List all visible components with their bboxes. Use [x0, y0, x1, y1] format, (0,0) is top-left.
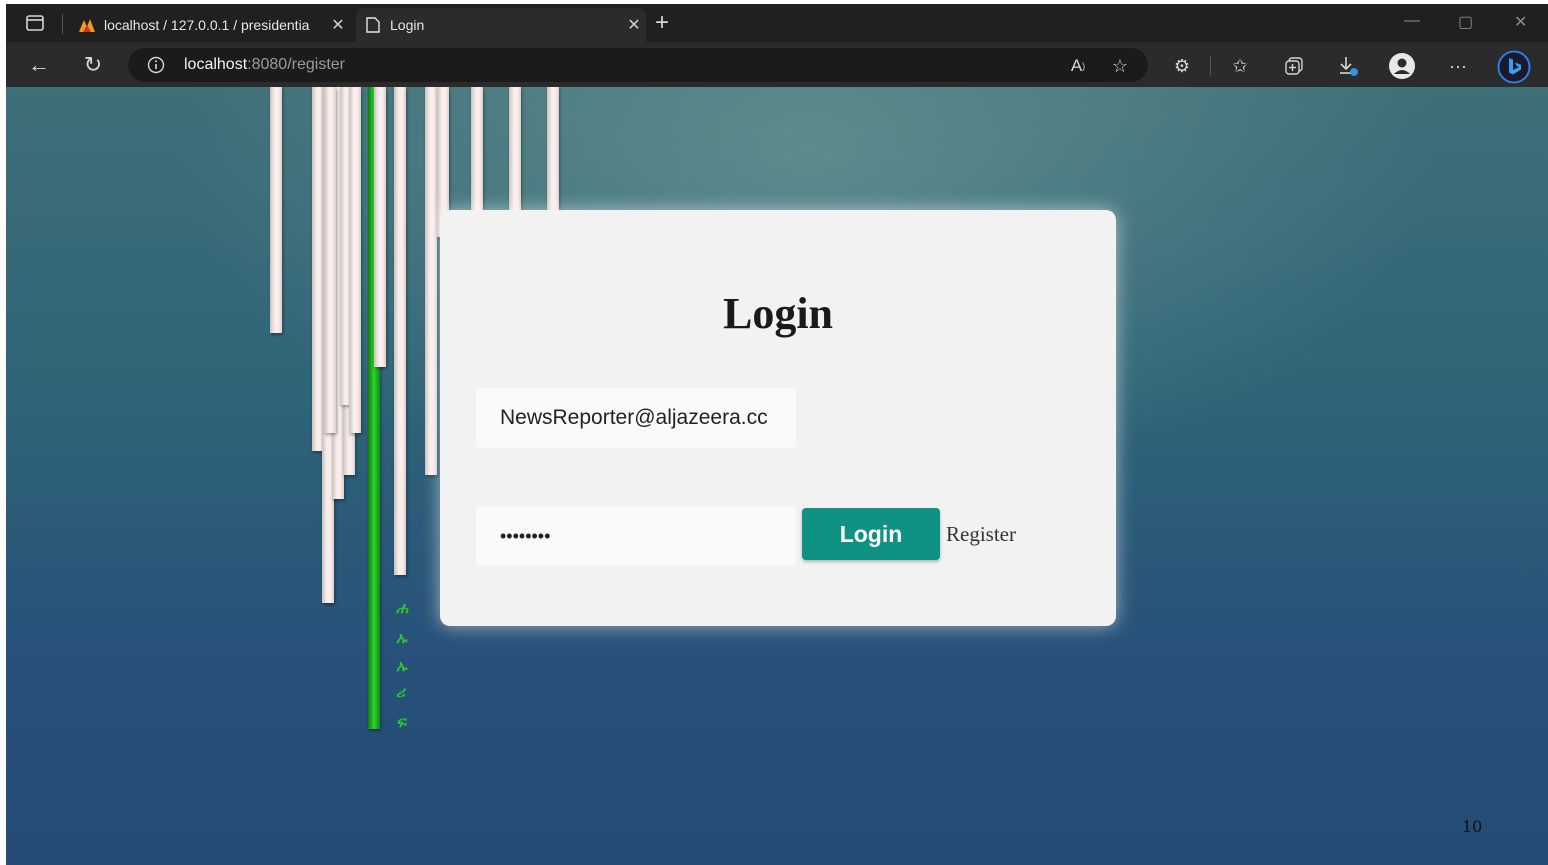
decor-bar [425, 87, 437, 475]
address-bar[interactable]: localhost:8080/register [128, 48, 1148, 82]
extensions-icon[interactable]: ⚙ [1170, 54, 1194, 78]
more-icon[interactable]: ··· [1446, 54, 1470, 78]
toolbar-separator [1210, 56, 1211, 76]
decor-glyph: ኡ [396, 657, 407, 675]
decor-bar [509, 87, 521, 217]
refresh-icon[interactable]: ↻ [80, 52, 106, 78]
close-tab-icon[interactable]: ✕ [326, 15, 350, 35]
page-background: ሐ ኡ ኡ ሪ ፍ Login NewsReporter@aljazeera.c… [6, 87, 1548, 865]
decor-glyph: ሐ [396, 599, 409, 617]
decor-bar [547, 87, 559, 217]
sidebar-toggle-icon[interactable] [24, 12, 46, 34]
tab-phpmyadmin[interactable]: localhost / 127.0.0.1 / presidentia ✕ [70, 8, 350, 42]
add-favorite-icon[interactable]: ☆ [1108, 54, 1132, 78]
register-link[interactable]: Register [946, 522, 1016, 547]
close-tab-icon[interactable]: ✕ [622, 15, 646, 35]
decor-bar [349, 87, 361, 433]
decor-bar [324, 87, 336, 433]
decor-bar [394, 87, 406, 575]
downloads-icon[interactable] [1336, 54, 1360, 78]
phpmyadmin-icon [78, 16, 96, 34]
decor-glyph: ሪ [396, 683, 405, 701]
back-icon[interactable]: ← [26, 52, 52, 78]
url-path: :8080/register [247, 56, 345, 73]
password-field[interactable]: •••••••• [476, 506, 796, 566]
new-tab-icon[interactable]: + [650, 8, 674, 38]
page-icon [364, 16, 382, 34]
info-icon[interactable] [146, 55, 166, 75]
close-window-icon[interactable]: ✕ [1514, 12, 1527, 32]
minimize-icon[interactable]: — [1404, 12, 1420, 30]
profile-icon[interactable] [1387, 51, 1417, 81]
url-host: localhost [184, 56, 248, 73]
decor-glyph: ኡ [396, 629, 407, 647]
tab-login[interactable]: Login ✕ [356, 8, 646, 42]
browser-chrome: localhost / 127.0.0.1 / presidentia ✕ Lo… [6, 4, 1548, 87]
tab-label: localhost / 127.0.0.1 / presidentia [104, 17, 310, 33]
tab-bar: localhost / 127.0.0.1 / presidentia ✕ Lo… [6, 4, 1548, 42]
page-number: 10 [1462, 817, 1483, 836]
decor-glyph: ፍ [396, 713, 406, 731]
toolbar: ← ↻ localhost:8080/register A) ☆ ⚙ ✩ ··· [6, 42, 1548, 87]
maximize-icon[interactable]: ▢ [1458, 12, 1473, 32]
login-card: Login NewsReporter@aljazeera.cc ••••••••… [440, 210, 1116, 626]
tab-label: Login [390, 17, 425, 33]
read-aloud-icon[interactable]: A) [1066, 54, 1090, 78]
decor-bar [471, 87, 483, 217]
favorites-icon[interactable]: ✩ [1228, 54, 1252, 78]
decor-bar [270, 87, 282, 333]
decor-bar [374, 87, 386, 367]
email-field[interactable]: NewsReporter@aljazeera.cc [476, 388, 796, 448]
login-button[interactable]: Login [802, 508, 940, 560]
login-title: Login [722, 289, 834, 338]
collections-icon[interactable] [1282, 54, 1306, 78]
bing-icon[interactable] [1496, 49, 1532, 85]
tab-separator [62, 14, 63, 34]
